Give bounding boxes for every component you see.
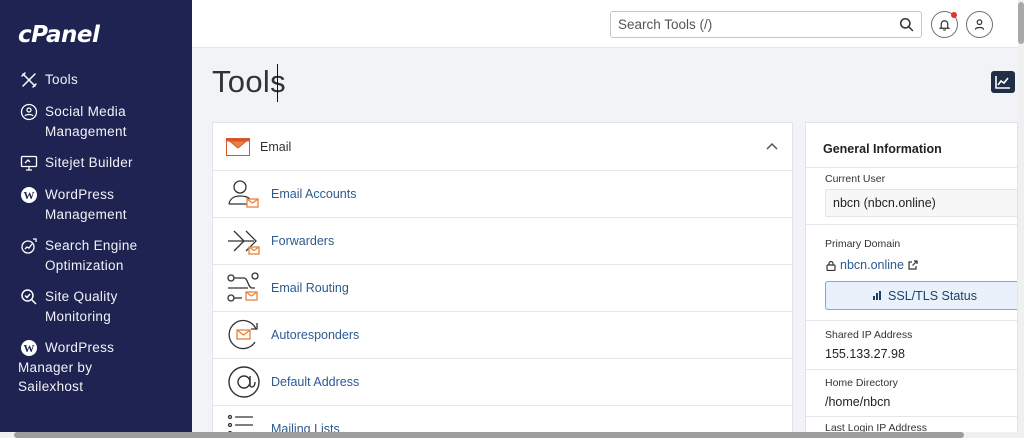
divider bbox=[806, 416, 1017, 417]
divider bbox=[806, 224, 1017, 225]
sidebar-item-label: Site Quality Monitoring bbox=[45, 289, 118, 324]
primary-domain-value: nbcn.online bbox=[840, 258, 904, 272]
forwarders-icon bbox=[228, 230, 260, 255]
shared-ip-label: Shared IP Address bbox=[825, 329, 913, 341]
user-icon bbox=[974, 19, 985, 30]
email-panel-title: Email bbox=[260, 139, 292, 154]
horizontal-scrollbar[interactable] bbox=[0, 432, 1024, 438]
home-directory-label: Home Directory bbox=[825, 377, 898, 389]
tool-email-routing[interactable]: Email Routing bbox=[213, 265, 792, 312]
sidebar-item-social-media[interactable]: Social Media Management bbox=[0, 102, 192, 141]
general-information-panel: General Information Current User nbcn (n… bbox=[805, 122, 1018, 432]
tool-autoresponders[interactable]: Autoresponders bbox=[213, 312, 792, 359]
sitejet-icon bbox=[18, 153, 40, 173]
tool-label: Default Address bbox=[271, 375, 360, 389]
tool-forwarders[interactable]: Forwarders bbox=[213, 218, 792, 265]
sidebar-item-wordpress-manager[interactable]: W WordPress Manager by Sailexhost bbox=[0, 338, 192, 397]
tool-mailing-lists[interactable]: Mailing Lists bbox=[213, 406, 792, 432]
notification-dot bbox=[951, 12, 957, 18]
svg-text:W: W bbox=[24, 343, 35, 355]
ssl-button-label: SSL/TLS Status bbox=[888, 288, 977, 303]
statistics-button[interactable] bbox=[991, 71, 1015, 93]
email-panel-header[interactable]: Email bbox=[213, 123, 792, 171]
search-box bbox=[610, 11, 922, 38]
sidebar-item-site-quality[interactable]: Site Quality Monitoring bbox=[0, 287, 192, 326]
autoresponders-icon bbox=[228, 319, 258, 350]
svg-text:W: W bbox=[24, 190, 35, 202]
general-info-title: General Information bbox=[823, 142, 942, 156]
primary-domain-link[interactable]: nbcn.online bbox=[826, 258, 922, 272]
text-caret bbox=[277, 64, 278, 102]
wordpress-icon: W bbox=[18, 338, 40, 358]
sidebar-item-sitejet[interactable]: Sitejet Builder bbox=[0, 153, 192, 173]
tool-label: Email Routing bbox=[271, 281, 349, 295]
chevron-up-icon[interactable] bbox=[766, 142, 778, 152]
lock-icon bbox=[826, 260, 836, 271]
cpanel-logo[interactable]: cPanel bbox=[18, 22, 100, 48]
email-accounts-icon bbox=[228, 180, 259, 208]
top-header bbox=[192, 0, 1018, 48]
shared-ip-value: 155.133.27.98 bbox=[825, 347, 905, 361]
divider bbox=[806, 167, 1017, 168]
bell-icon bbox=[938, 20, 951, 31]
divider bbox=[806, 320, 1017, 321]
sidebar-item-label: WordPress Management bbox=[45, 187, 127, 222]
default-address-icon bbox=[228, 366, 260, 398]
sidebar-item-label: Social Media Management bbox=[45, 104, 127, 139]
tool-label: Mailing Lists bbox=[271, 422, 340, 432]
vertical-scrollbar[interactable] bbox=[1018, 0, 1024, 432]
tool-email-accounts[interactable]: Email Accounts bbox=[213, 171, 792, 218]
sidebar-item-label: Tools bbox=[45, 72, 79, 87]
tool-label: Email Accounts bbox=[271, 187, 357, 201]
tool-default-address[interactable]: Default Address bbox=[213, 359, 792, 406]
scrollbar-thumb[interactable] bbox=[1018, 2, 1024, 44]
sidebar-item-tools[interactable]: Tools bbox=[0, 70, 192, 90]
tool-label: Forwarders bbox=[271, 234, 335, 248]
email-routing-icon bbox=[227, 272, 259, 302]
current-user-value: nbcn (nbcn.online) bbox=[825, 189, 1017, 217]
search-input[interactable] bbox=[611, 12, 891, 37]
social-media-icon bbox=[18, 102, 40, 122]
mailing-lists-icon bbox=[227, 414, 253, 432]
ssl-tls-status-button[interactable]: SSL/TLS Status bbox=[825, 281, 1017, 310]
home-directory-value: /home/nbcn bbox=[825, 395, 891, 409]
notifications-button[interactable] bbox=[931, 11, 958, 38]
bar-chart-icon bbox=[873, 291, 882, 300]
sidebar: cPanel Tools Social Media Management Sit… bbox=[0, 0, 192, 432]
chart-trend-icon bbox=[995, 76, 1010, 89]
site-quality-icon bbox=[18, 287, 40, 307]
external-link-icon bbox=[908, 260, 918, 270]
wordpress-icon: W bbox=[18, 185, 40, 205]
page-title: Tools bbox=[212, 64, 286, 99]
primary-domain-label: Primary Domain bbox=[825, 238, 901, 250]
sidebar-item-seo[interactable]: Search Engine Optimization bbox=[0, 236, 192, 275]
sidebar-item-label: Sitejet Builder bbox=[45, 155, 133, 170]
current-user-label: Current User bbox=[825, 173, 886, 185]
divider bbox=[806, 369, 1017, 370]
search-icon[interactable] bbox=[899, 17, 914, 32]
seo-icon bbox=[18, 236, 40, 256]
sidebar-item-label: Search Engine Optimization bbox=[45, 238, 138, 273]
user-menu-button[interactable] bbox=[966, 11, 993, 38]
tool-label: Autoresponders bbox=[271, 328, 360, 342]
scrollbar-thumb[interactable] bbox=[14, 432, 964, 438]
envelope-icon bbox=[226, 137, 250, 156]
tools-icon bbox=[18, 70, 40, 90]
email-panel: Email Email Accounts Forwarders Email Ro… bbox=[212, 122, 793, 432]
sidebar-item-wordpress[interactable]: W WordPress Management bbox=[0, 185, 192, 224]
last-login-ip-label: Last Login IP Address bbox=[825, 422, 927, 432]
sidebar-nav: Tools Social Media Management Sitejet Bu… bbox=[0, 70, 192, 409]
